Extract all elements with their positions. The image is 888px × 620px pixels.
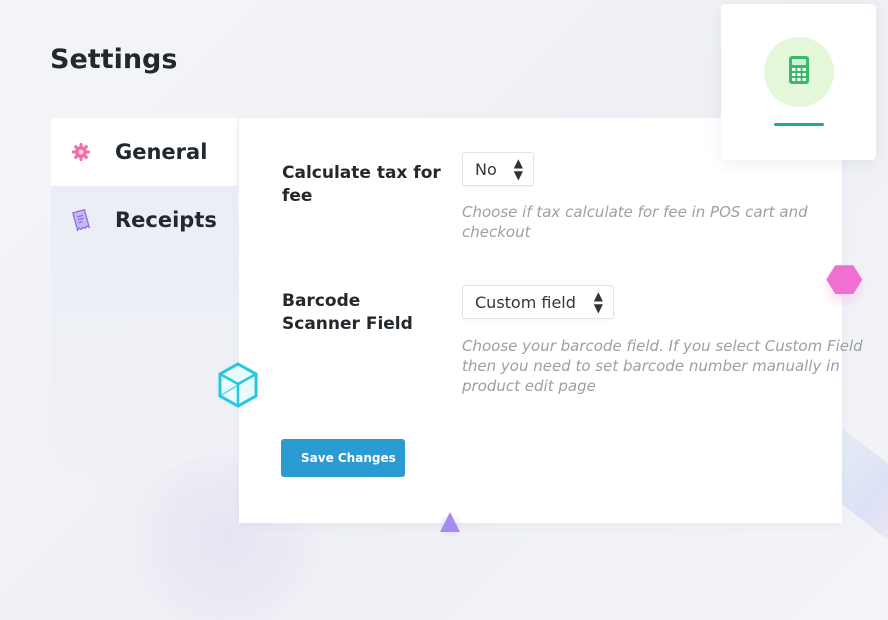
card-icon-circle — [764, 37, 834, 107]
page-title: Settings — [50, 44, 178, 75]
cube-icon — [214, 360, 262, 414]
sidebar-item-receipts[interactable]: Receipts — [51, 186, 237, 254]
tax-fee-description: Choose if tax calculate for fee in POS c… — [462, 203, 808, 241]
hexagon-icon — [820, 258, 868, 310]
save-changes-button[interactable]: Save Changes — [281, 439, 405, 477]
sidebar-item-label: General — [115, 140, 208, 164]
select-arrows-icon: ▲ ▼ — [513, 156, 523, 182]
tax-fee-label: Calculate tax for fee — [282, 163, 441, 206]
settings-panel: Calculate tax for fee No ▲ ▼ Choose if ta… — [239, 118, 863, 523]
barcode-select-value: Custom field — [475, 292, 576, 312]
sidebar-item-general[interactable]: General — [51, 118, 237, 186]
settings-sidebar: General Receipts — [51, 118, 237, 498]
barcode-field-select[interactable]: Custom field ▲ ▼ — [462, 285, 614, 319]
triangle-icon — [435, 508, 465, 540]
tax-fee-select-value: No — [475, 159, 497, 179]
receipt-icon — [69, 208, 93, 232]
tax-fee-select[interactable]: No ▲ ▼ — [462, 152, 534, 186]
barcode-label: Barcode Scanner Field — [282, 291, 413, 334]
summary-card — [721, 4, 876, 160]
barcode-description: Choose your barcode field. If you select… — [462, 337, 863, 395]
select-arrows-icon: ▲ ▼ — [593, 289, 603, 315]
calculator-icon — [788, 55, 810, 89]
card-active-underline — [774, 123, 824, 126]
sidebar-item-label: Receipts — [115, 208, 217, 232]
gear-icon — [69, 140, 93, 164]
